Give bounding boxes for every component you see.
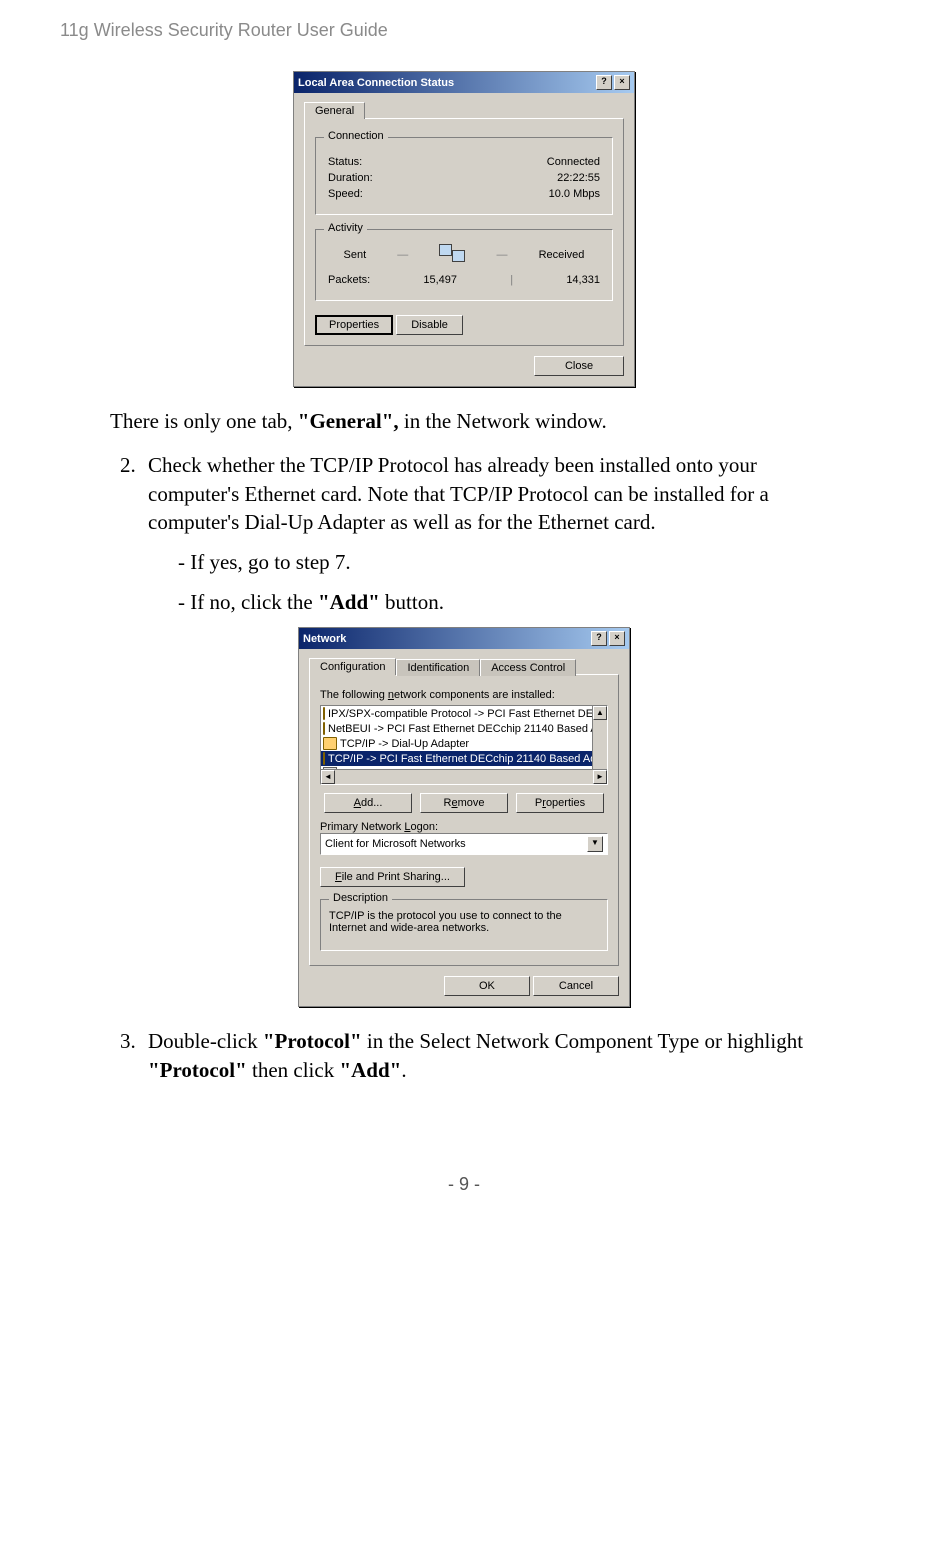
duration-value: 22:22:55 xyxy=(557,172,600,184)
ok-button[interactable]: OK xyxy=(444,976,530,996)
disable-button[interactable]: Disable xyxy=(396,315,463,335)
network-icon xyxy=(439,244,465,266)
cancel-button[interactable]: Cancel xyxy=(533,976,619,996)
packets-label: Packets: xyxy=(328,274,370,286)
components-label: The following network components are ins… xyxy=(320,689,608,701)
list-item-selected[interactable]: TCP/IP -> PCI Fast Ethernet DECchip 2114… xyxy=(321,751,607,766)
dialog-title: Network xyxy=(303,633,346,645)
tab-general[interactable]: General xyxy=(304,102,365,119)
packets-received: 14,331 xyxy=(566,274,600,286)
tab-configuration[interactable]: Configuration xyxy=(309,658,396,675)
list-item[interactable]: IPX/SPX-compatible Protocol -> PCI Fast … xyxy=(321,706,607,721)
sent-label: Sent xyxy=(344,249,367,261)
step-2-sub-yes: - If yes, go to step 7. xyxy=(178,548,868,577)
protocol-icon xyxy=(323,722,325,735)
chevron-down-icon[interactable]: ▼ xyxy=(587,836,603,852)
logon-label: Primary Network Logon: xyxy=(320,821,608,833)
add-button[interactable]: Add... xyxy=(324,793,412,813)
step-2-sub-no: - If no, click the "Add" button. xyxy=(178,588,868,617)
protocol-icon xyxy=(323,707,325,720)
page-header: 11g Wireless Security Router User Guide xyxy=(60,20,868,41)
page-number: - 9 - xyxy=(60,1174,868,1195)
duration-label: Duration: xyxy=(328,172,373,184)
list-item[interactable]: TCP/IP -> Dial-Up Adapter xyxy=(321,736,607,751)
received-label: Received xyxy=(539,249,585,261)
properties-button[interactable]: Properties xyxy=(516,793,604,813)
connection-group: Status: Connected Duration: 22:22:55 Speed… xyxy=(315,137,613,215)
logon-combo[interactable]: Client for Microsoft Networks ▼ xyxy=(320,833,608,855)
text-general-tab: There is only one tab, "General", in the… xyxy=(110,407,818,435)
remove-button[interactable]: Remove xyxy=(420,793,508,813)
properties-button[interactable]: Properties xyxy=(315,315,393,335)
dialog-titlebar: Local Area Connection Status ? × xyxy=(294,72,634,93)
components-listbox[interactable]: IPX/SPX-compatible Protocol -> PCI Fast … xyxy=(320,705,608,785)
dialog-title: Local Area Connection Status xyxy=(298,77,454,89)
network-dialog: Network ? × ConfigurationIdentificationA… xyxy=(298,627,630,1007)
scroll-right-icon[interactable]: ► xyxy=(593,770,607,784)
description-group: TCP/IP is the protocol you use to connec… xyxy=(320,899,608,951)
step-3: 3. Double-click "Protocol" in the Select… xyxy=(120,1027,838,1084)
protocol-icon xyxy=(323,752,325,765)
dialog-titlebar: Network ? × xyxy=(299,628,629,649)
status-value: Connected xyxy=(547,156,600,168)
description-text: TCP/IP is the protocol you use to connec… xyxy=(329,910,599,934)
list-item[interactable]: NetBEUI -> PCI Fast Ethernet DECchip 211… xyxy=(321,721,607,736)
close-dialog-button[interactable]: Close xyxy=(534,356,624,376)
close-button[interactable]: × xyxy=(609,631,625,646)
tab-access-control[interactable]: Access Control xyxy=(480,659,576,676)
vertical-scrollbar[interactable]: ▲ xyxy=(592,706,607,770)
speed-label: Speed: xyxy=(328,188,363,200)
horizontal-scrollbar[interactable]: ◄► xyxy=(321,769,607,784)
step-2: 2. Check whether the TCP/IP Protocol has… xyxy=(120,451,838,536)
help-button[interactable]: ? xyxy=(596,75,612,90)
packets-sent: 15,497 xyxy=(423,274,457,286)
protocol-icon xyxy=(323,737,337,750)
tab-identification[interactable]: Identification xyxy=(396,659,480,676)
help-button[interactable]: ? xyxy=(591,631,607,646)
activity-group: Sent — — Received Packets: 15,497 | 14,3… xyxy=(315,229,613,301)
scroll-up-icon[interactable]: ▲ xyxy=(593,706,607,720)
connection-status-dialog: Local Area Connection Status ? × General… xyxy=(293,71,635,387)
scroll-left-icon[interactable]: ◄ xyxy=(321,770,335,784)
speed-value: 10.0 Mbps xyxy=(549,188,600,200)
close-button[interactable]: × xyxy=(614,75,630,90)
file-print-sharing-button[interactable]: File and Print Sharing... xyxy=(320,867,465,887)
status-label: Status: xyxy=(328,156,362,168)
